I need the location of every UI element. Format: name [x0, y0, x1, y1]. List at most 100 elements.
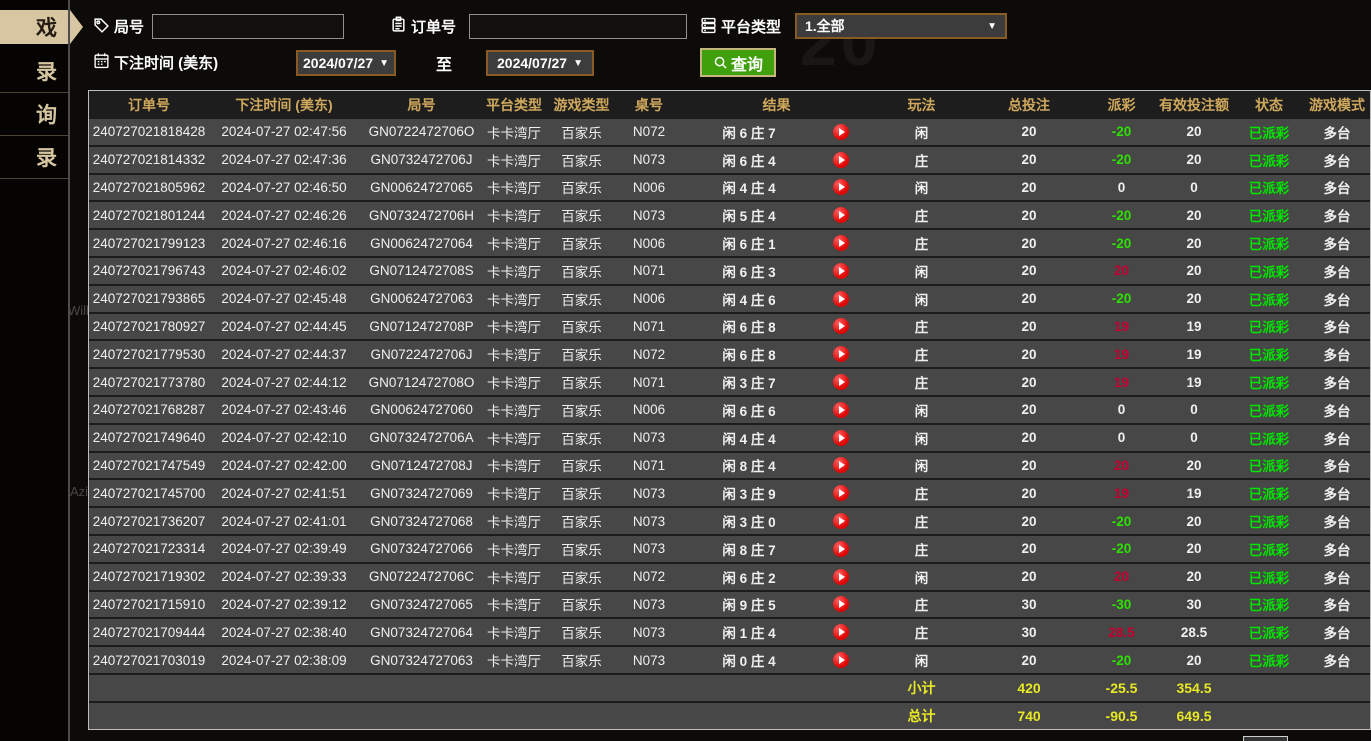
cell-platform-type: 卡卡湾厅 [484, 289, 544, 309]
query-button[interactable]: 查询 [700, 48, 776, 77]
sidebar-tab-record-1[interactable]: 录 [0, 50, 70, 93]
grand-total-payout: -90.5 [1089, 708, 1154, 724]
cell-table-no: N073 [619, 597, 679, 612]
table-row: 240727021747549 2024-07-27 02:42:00 GN07… [89, 453, 1370, 481]
cell-game-type: 百家乐 [544, 511, 619, 531]
table-row: 240727021780927 2024-07-27 02:44:45 GN07… [89, 314, 1370, 342]
cell-game-mode: 多台 [1304, 622, 1370, 642]
table-row: 240727021818428 2024-07-27 02:47:56 GN07… [89, 119, 1370, 147]
cell-payout: -20 [1089, 236, 1154, 251]
cell-table-no: N006 [619, 291, 679, 306]
video-play-icon[interactable] [833, 513, 849, 529]
col-status: 状态 [1234, 95, 1304, 115]
cell-status: 已派彩 [1234, 567, 1304, 587]
sidebar-tab-record-2[interactable]: 录 [0, 136, 70, 179]
platform-type-label: 平台类型 [721, 16, 781, 37]
cell-payout: 19 [1089, 486, 1154, 501]
cell-platform-type: 卡卡湾厅 [484, 400, 544, 420]
cell-platform-type: 卡卡湾厅 [484, 567, 544, 587]
cell-order-no: 240727021715910 [89, 597, 209, 612]
sidebar-tab-query[interactable]: 询 [0, 93, 70, 136]
cell-order-no: 240727021749640 [89, 430, 209, 445]
video-play-icon[interactable] [833, 457, 849, 473]
cell-payout: 28.5 [1089, 625, 1154, 640]
video-play-icon[interactable] [833, 624, 849, 640]
pagination-button-partial[interactable] [1243, 736, 1288, 741]
date-to-select[interactable]: 2024/07/27 ▼ [486, 50, 594, 76]
video-play-icon[interactable] [833, 652, 849, 668]
game-no-input[interactable] [152, 14, 344, 39]
cell-status: 已派彩 [1234, 650, 1304, 670]
cell-play-type: 闲 [874, 177, 969, 197]
result-text: 闲 6 庄 7 [679, 122, 819, 142]
cell-round-no: GN07324727065 [359, 597, 484, 612]
cell-table-no: N006 [619, 180, 679, 195]
col-total-bet: 总投注 [969, 95, 1089, 115]
cell-status: 已派彩 [1234, 400, 1304, 420]
cell-payout: 0 [1089, 402, 1154, 417]
cell-total-bet: 20 [969, 514, 1089, 529]
bet-time-label: 下注时间 (美东) [114, 52, 218, 73]
video-play-icon[interactable] [833, 430, 849, 446]
cell-valid-bet: 20 [1154, 236, 1234, 251]
table-row: 240727021796743 2024-07-27 02:46:02 GN07… [89, 258, 1370, 286]
cell-game-mode: 多台 [1304, 511, 1370, 531]
video-play-icon[interactable] [833, 179, 849, 195]
video-play-icon[interactable] [833, 124, 849, 140]
table-row: 240727021773780 2024-07-27 02:44:12 GN07… [89, 369, 1370, 397]
sidebar: 戏 录 询 录 [0, 0, 70, 741]
cell-result: 闲 6 庄 1 [679, 233, 874, 253]
platform-type-select[interactable]: 1.全部 ▼ [795, 13, 1007, 39]
cell-order-no: 240727021801244 [89, 208, 209, 223]
cell-bet-time: 2024-07-27 02:38:09 [209, 653, 359, 668]
cell-table-no: N073 [619, 152, 679, 167]
cell-game-type: 百家乐 [544, 483, 619, 503]
cell-order-no: 240727021723314 [89, 541, 209, 556]
cell-status: 已派彩 [1234, 122, 1304, 142]
order-no-input[interactable] [469, 14, 687, 39]
cell-round-no: GN0722472706J [359, 347, 484, 362]
cell-game-type: 百家乐 [544, 372, 619, 392]
cell-platform-type: 卡卡湾厅 [484, 177, 544, 197]
video-play-icon[interactable] [833, 291, 849, 307]
cell-round-no: GN07324727063 [359, 653, 484, 668]
video-play-icon[interactable] [833, 485, 849, 501]
cell-total-bet: 20 [969, 375, 1089, 390]
col-platform-type: 平台类型 [484, 95, 544, 115]
video-play-icon[interactable] [833, 263, 849, 279]
sidebar-tab-game[interactable]: 戏 [0, 10, 70, 44]
video-play-icon[interactable] [833, 346, 849, 362]
cell-game-mode: 多台 [1304, 261, 1370, 281]
cell-round-no: GN0712472708J [359, 458, 484, 473]
cell-game-type: 百家乐 [544, 261, 619, 281]
cell-play-type: 闲 [874, 455, 969, 475]
cell-payout: 19 [1089, 347, 1154, 362]
video-play-icon[interactable] [833, 318, 849, 334]
cell-total-bet: 20 [969, 486, 1089, 501]
filter-bar: 局号 订单号 平台类型 1.全部 ▼ 下注时间 (美东) 2024/07/27 … [88, 0, 1371, 90]
video-play-icon[interactable] [833, 569, 849, 585]
cell-platform-type: 卡卡湾厅 [484, 428, 544, 448]
video-play-icon[interactable] [833, 374, 849, 390]
to-label: 至 [436, 51, 452, 75]
cell-game-mode: 多台 [1304, 400, 1370, 420]
video-play-icon[interactable] [833, 207, 849, 223]
cell-platform-type: 卡卡湾厅 [484, 261, 544, 281]
video-play-icon[interactable] [833, 235, 849, 251]
server-list-icon [700, 17, 717, 34]
cell-valid-bet: 20 [1154, 569, 1234, 584]
cell-valid-bet: 19 [1154, 486, 1234, 501]
video-play-icon[interactable] [833, 402, 849, 418]
cell-play-type: 庄 [874, 233, 969, 253]
subtotal-payout: -25.5 [1089, 680, 1154, 696]
video-play-icon[interactable] [833, 596, 849, 612]
date-from-select[interactable]: 2024/07/27 ▼ [296, 50, 396, 76]
video-play-icon[interactable] [833, 152, 849, 168]
cell-platform-type: 卡卡湾厅 [484, 372, 544, 392]
col-result: 结果 [679, 95, 874, 115]
chevron-down-icon: ▼ [987, 21, 997, 32]
cell-total-bet: 20 [969, 402, 1089, 417]
cell-bet-time: 2024-07-27 02:42:00 [209, 458, 359, 473]
cell-table-no: N006 [619, 236, 679, 251]
video-play-icon[interactable] [833, 541, 849, 557]
